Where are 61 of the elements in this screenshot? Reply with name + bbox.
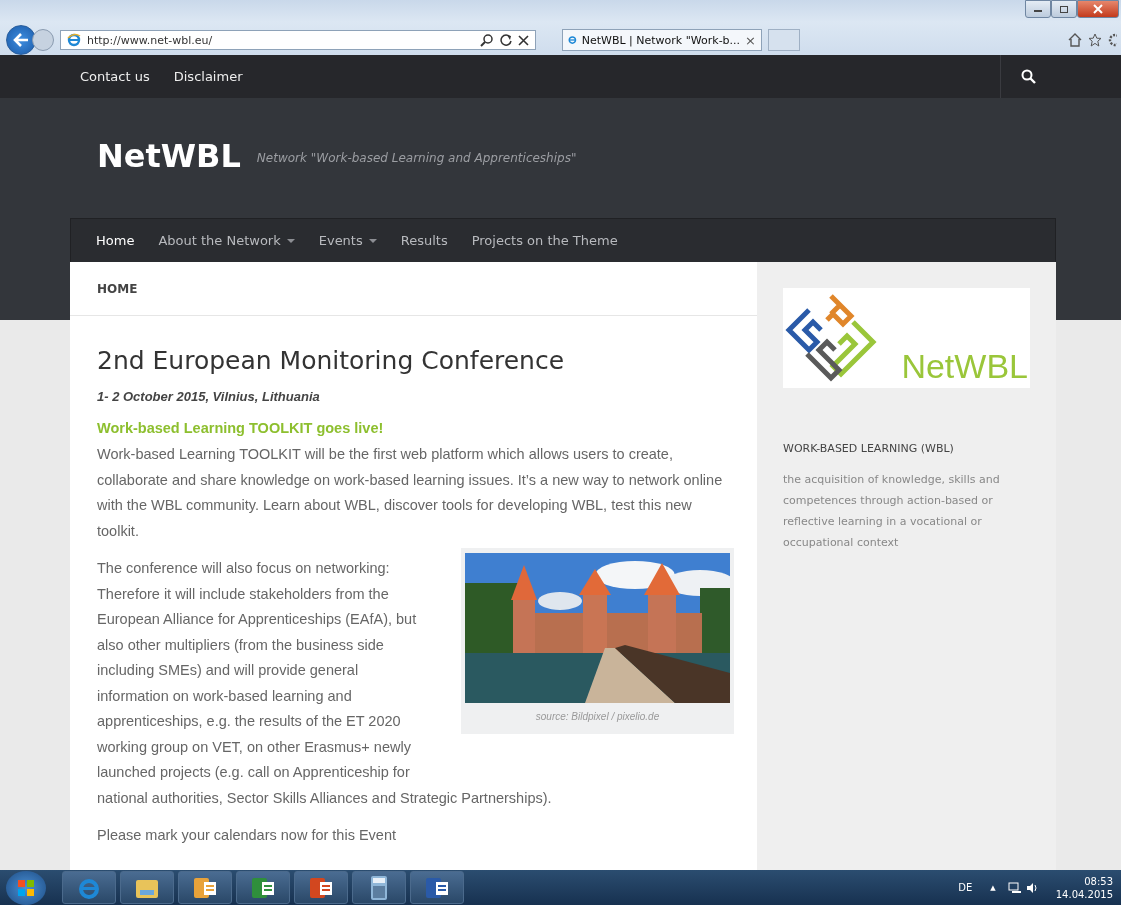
close-icon [1093, 4, 1103, 14]
top-link[interactable]: Disclaimer [173, 69, 243, 84]
site-title[interactable]: NetWBL [97, 137, 241, 175]
document-icon [308, 875, 334, 900]
settings-icon[interactable] [1108, 33, 1117, 47]
taskbar-app-button[interactable] [178, 871, 232, 904]
nav-item[interactable]: About the Network [158, 233, 295, 248]
site-tagline: Network "Work-based Learning and Apprenticeships" [256, 151, 577, 165]
browser-tab[interactable]: NetWBL | Network "Work-b... × [562, 29, 762, 51]
nav-item[interactable]: Projects on the Theme [471, 233, 618, 248]
browser-icon [568, 33, 577, 47]
taskbar-app-button[interactable] [410, 871, 464, 904]
search-icon[interactable] [1020, 69, 1036, 84]
clock[interactable]: 08:53 14.04.2015 [1055, 874, 1113, 901]
document-icon [250, 875, 276, 900]
clock-date: 14.04.2015 [1055, 887, 1113, 901]
nav-item[interactable]: Results [400, 233, 448, 248]
address-text: http://www.net-wbl.eu/ [87, 33, 214, 47]
maze-logo-icon [785, 292, 877, 384]
document-icon [424, 875, 450, 900]
search-icon[interactable] [480, 33, 494, 47]
network-icon[interactable] [1007, 881, 1022, 894]
document-icon [192, 875, 218, 900]
logo-text: NetWBL [901, 347, 1028, 386]
back-arrow-icon [13, 33, 29, 47]
breadcrumb: HOME [97, 281, 138, 296]
calculator-icon [369, 874, 389, 901]
close-button[interactable] [1077, 0, 1119, 18]
back-button[interactable] [6, 25, 36, 55]
taskbar-app-button[interactable] [120, 871, 174, 904]
taskbar-app-button[interactable] [352, 871, 406, 904]
paragraph: Work-based Learning TOOLKIT will be the first web platform which allows users to create, collaborate and share knowledge on work-based learning issues. It’s a new way to network online with the WBL community. Learn about WBL, discover tools for developing WBL, test this new toolkit. [97, 445, 723, 541]
tab-close-button[interactable]: × [745, 32, 756, 48]
paragraph: Please mark your calendars now for this Event [97, 826, 397, 845]
maximize-icon [1059, 4, 1069, 14]
speaker-icon[interactable] [1025, 881, 1038, 894]
language-indicator[interactable]: DE [958, 882, 973, 893]
maximize-button[interactable] [1051, 0, 1077, 18]
article-heading: 2nd European Monitoring Conference [97, 346, 566, 375]
event-date: 1- 2 October 2015, Vilnius, Lithuania [97, 389, 321, 404]
taskbar-app-button[interactable] [236, 871, 290, 904]
article-subheading: Work-based Learning TOOLKIT goes live! [97, 420, 385, 436]
minimize-button[interactable] [1025, 0, 1051, 18]
stop-icon[interactable] [518, 34, 529, 46]
star-icon[interactable] [1088, 33, 1102, 47]
nav-item[interactable]: Home [96, 233, 135, 248]
browser-icon [67, 33, 81, 47]
nav-item[interactable]: Events [318, 233, 377, 248]
forward-button[interactable] [32, 29, 54, 51]
address-bar[interactable]: http://www.net-wbl.eu/ [60, 30, 536, 50]
widget-text: the acquisition of knowledge, skills and competences through action-based or reflective learning in a vocational or occupational context [783, 472, 1001, 551]
tab-title: NetWBL | Network "Work-b... [581, 33, 741, 47]
taskbar-app-button[interactable] [294, 871, 348, 904]
refresh-icon[interactable] [500, 33, 512, 47]
home-icon[interactable] [1068, 33, 1082, 47]
widget-title: WORK-BASED LEARNING (WBL) [783, 442, 955, 455]
top-link[interactable]: Contact us [80, 69, 150, 84]
paragraph: national authorities, Sector Skills Alliances and Strategic Partnerships). [97, 788, 553, 808]
figure-caption: source: Bildpixel / pixelio.de [534, 710, 661, 724]
start-button[interactable] [6, 870, 46, 905]
clock-time: 08:53 [1084, 874, 1113, 888]
